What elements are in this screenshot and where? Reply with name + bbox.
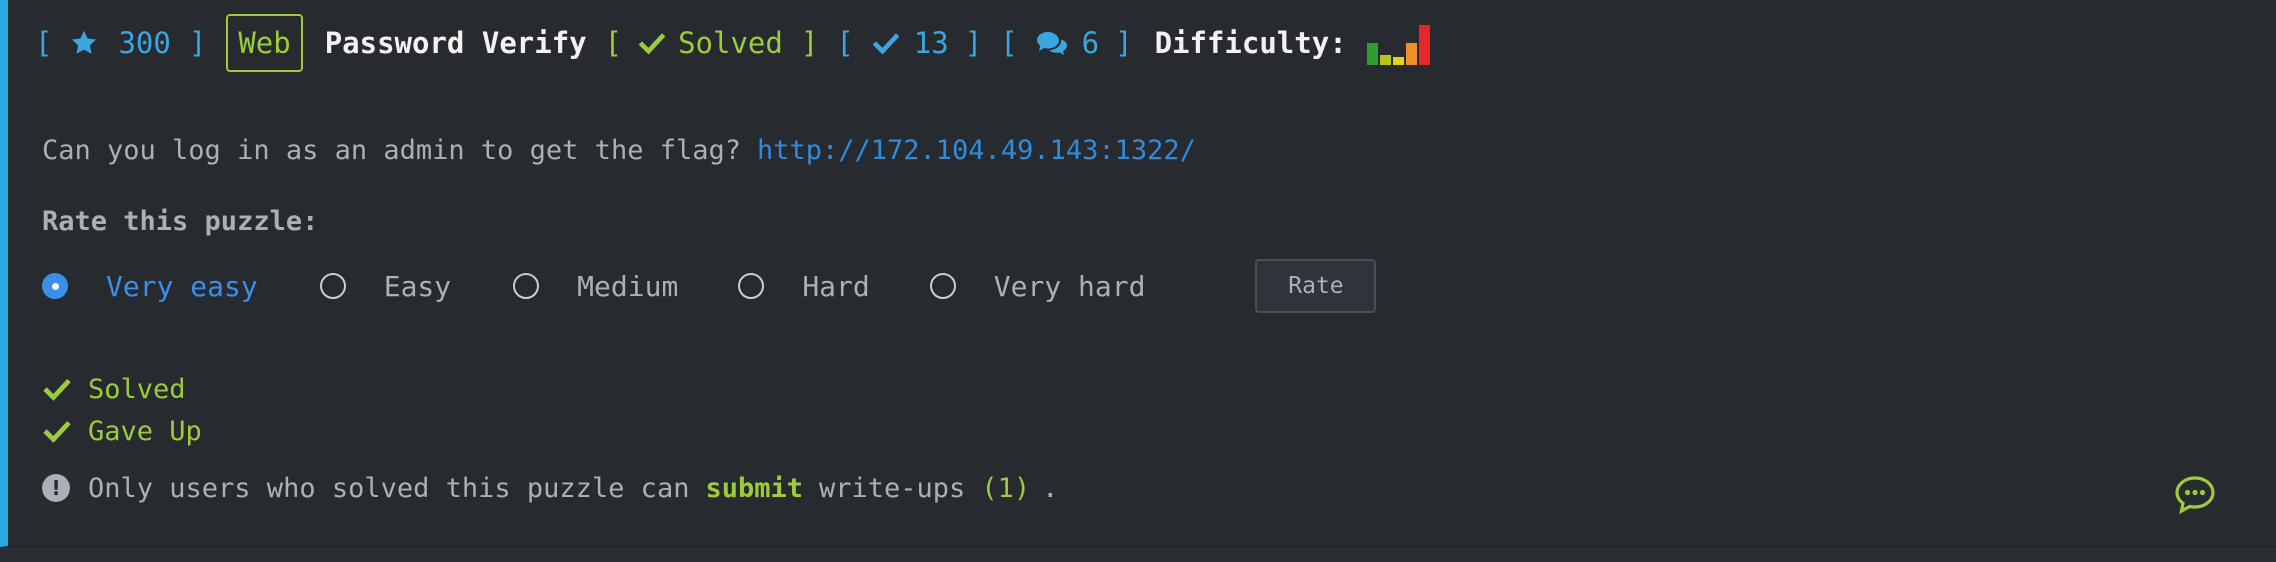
writeups-text-after: write-ups <box>819 472 966 504</box>
comments-bracket-open: [ <box>1000 26 1018 60</box>
check-icon <box>638 31 666 55</box>
rate-button[interactable]: Rate <box>1255 259 1377 313</box>
solves-bracket-close: ] <box>964 26 983 60</box>
radio-button[interactable] <box>42 273 68 299</box>
status-gave-up: Gave Up <box>42 411 202 451</box>
writeups-notice: ! Only users who solved this puzzle can … <box>42 468 1058 508</box>
check-icon <box>872 31 900 55</box>
challenge-link[interactable]: http://172.104.49.143:1322/ <box>757 135 1196 166</box>
difficulty-label: Difficulty: <box>1154 26 1347 60</box>
difficulty-bar-2 <box>1379 55 1391 65</box>
solved-bracket-close: ] <box>800 26 819 60</box>
rating-label: Easy <box>383 269 452 303</box>
rating-option-medium[interactable]: Medium <box>513 270 678 303</box>
puzzle-description: Can you log in as an admin to get the fl… <box>42 130 1196 170</box>
rating-option-easy[interactable]: Easy <box>319 269 452 303</box>
rating-option-very-hard[interactable]: Very hard <box>929 269 1146 303</box>
difficulty-bar-1 <box>1366 43 1378 65</box>
rating-options: Very easy Easy Medium Hard Very hard Rat… <box>42 258 1377 314</box>
rating-label: Very hard <box>993 269 1146 303</box>
chat-icon[interactable] <box>2174 474 2216 516</box>
difficulty-bar-5 <box>1418 25 1430 65</box>
radio-button[interactable] <box>513 273 540 299</box>
status-solved: Solved <box>42 369 186 409</box>
rating-label: Medium <box>577 269 679 303</box>
rating-option-very-easy[interactable]: Very easy <box>42 270 258 303</box>
difficulty-bar-3 <box>1392 57 1404 65</box>
points-bracket-open: [ <box>35 26 53 60</box>
category-badge[interactable]: Web <box>226 14 303 72</box>
exclamation-icon: ! <box>42 474 70 502</box>
points-bracket-close: ] <box>188 26 207 60</box>
puzzle-title: Password Verify <box>324 26 587 60</box>
difficulty-bar-4 <box>1405 43 1417 65</box>
solved-status: Solved <box>678 26 783 60</box>
solved-bracket-open: [ <box>604 26 623 60</box>
radio-button[interactable] <box>319 273 346 299</box>
comments-icon[interactable] <box>1036 30 1068 56</box>
writeups-count-link[interactable]: (1) <box>981 473 1030 504</box>
status-solved-text: Solved <box>88 373 186 405</box>
radio-button[interactable] <box>738 273 765 299</box>
solves-count: 13 <box>913 26 949 60</box>
rate-title: Rate this puzzle: <box>42 206 319 237</box>
difficulty-meter <box>1366 25 1432 65</box>
puzzle-header: [ 300 ] Web Password Verify [ Solved ] [… <box>35 14 1432 72</box>
solves-bracket-open: [ <box>836 26 854 60</box>
check-icon <box>43 420 71 443</box>
radio-button[interactable] <box>929 273 956 299</box>
points-value: 300 <box>118 26 171 60</box>
rating-label: Very easy <box>106 269 258 303</box>
comments-count[interactable]: 6 <box>1082 26 1099 60</box>
comments-bracket-close: ] <box>1115 26 1133 60</box>
puzzle-card: [ 300 ] Web Password Verify [ Solved ] [… <box>0 0 2276 547</box>
submit-writeup-link[interactable]: submit <box>705 473 803 504</box>
rating-label: Hard <box>802 269 870 303</box>
status-gave-up-text: Gave Up <box>88 415 202 447</box>
check-icon <box>43 378 71 401</box>
star-icon <box>70 29 98 57</box>
description-text: Can you log in as an admin to get the fl… <box>42 134 741 166</box>
writeups-text-before: Only users who solved this puzzle can <box>88 472 690 504</box>
writeups-period: . <box>1042 472 1059 504</box>
rating-option-hard[interactable]: Hard <box>738 269 870 303</box>
